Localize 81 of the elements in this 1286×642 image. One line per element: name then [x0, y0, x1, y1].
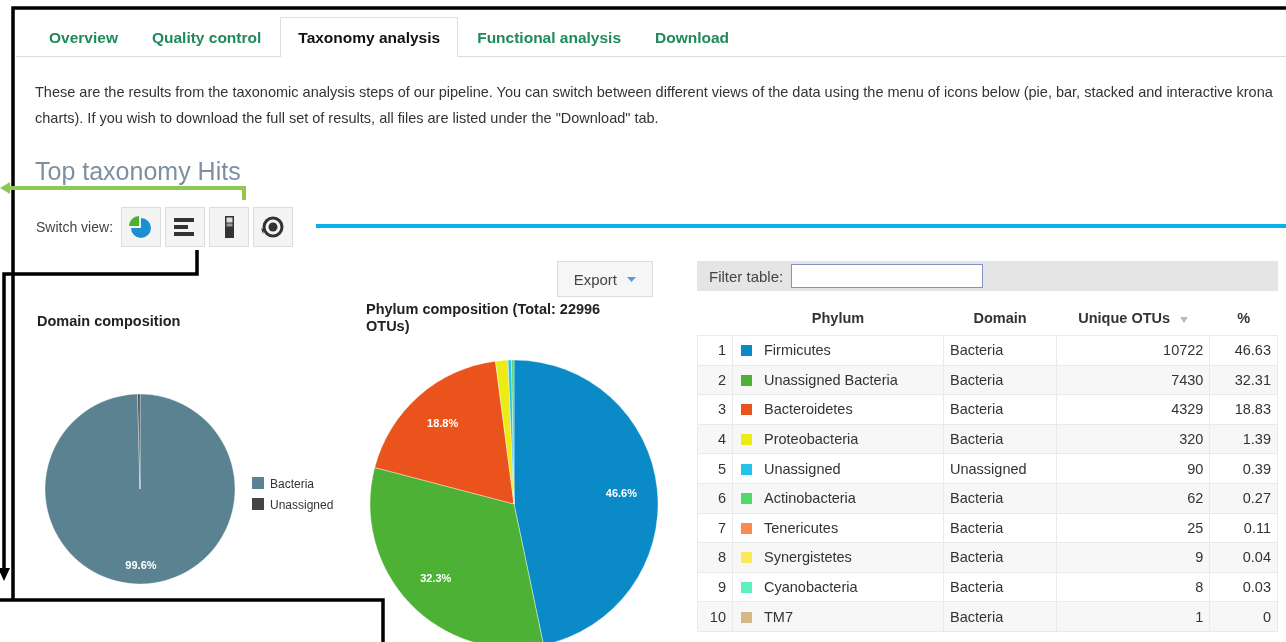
export-button[interactable]: Export	[556, 261, 653, 297]
table-cell: Bacteria	[943, 424, 1057, 454]
section-heading: Top taxonomy Hits	[35, 156, 242, 186]
table-cell: 18.83	[1209, 394, 1278, 425]
row-number: 6	[697, 483, 733, 514]
tab[interactable]: Overview	[34, 17, 133, 56]
column-header[interactable]: Unique OTUs	[1056, 301, 1210, 336]
table-cell: Actinobacteria	[764, 490, 856, 507]
caret-icon	[627, 276, 636, 282]
row-number: 5	[697, 453, 733, 484]
table-cell: 4329	[1056, 394, 1210, 425]
row-number: 9	[697, 572, 733, 602]
table-cell: 46.63	[1209, 335, 1278, 366]
tab[interactable]: Functional analysis	[462, 17, 637, 56]
slice-label: 32.3%	[420, 572, 452, 585]
legend-label: Bacteria	[270, 477, 315, 491]
row-number: 8	[697, 542, 733, 573]
view-button[interactable]	[165, 207, 206, 247]
table-cell: 0.04	[1209, 542, 1278, 573]
table-cell: 0.03	[1209, 572, 1278, 602]
table-cell: Proteobacteria	[764, 431, 859, 448]
view-button[interactable]	[209, 207, 250, 247]
row-number: 7	[697, 513, 733, 543]
intro-paragraph: These are the results from the taxonomic analysis steps of our pipeline. You can switch between different views of the data using the menu of icons below (pie, bar, stacked and interactive krona charts). If you wish to download the full set of results, all files are listed under the "Download" tab.	[35, 83, 1274, 128]
tab[interactable]: Download	[640, 17, 745, 56]
chart-title: Domain composition	[37, 313, 182, 329]
row-number: 1	[697, 335, 733, 366]
row-number: 10	[697, 601, 733, 632]
column-header[interactable]: Phylum	[732, 301, 944, 336]
table-cell: Bacteria	[943, 365, 1057, 395]
row-number: 4	[697, 424, 733, 454]
tab[interactable]: Quality control	[136, 17, 277, 56]
table-cell: Unassigned	[764, 460, 841, 477]
table-cell: 25	[1056, 513, 1210, 543]
table-cell: 9	[1056, 542, 1210, 573]
table-cell: Cyanobacteria	[764, 579, 858, 596]
table-cell: 0.11	[1209, 513, 1278, 543]
table-cell: Bacteroidetes	[764, 401, 853, 418]
table-cell: Bacteria	[943, 572, 1057, 602]
chart-title: Phylum composition (Total: 22996 OTUs)	[366, 301, 602, 335]
pie-slice	[44, 393, 236, 585]
table-cell: 62	[1056, 483, 1210, 514]
table-cell: Bacteria	[943, 513, 1057, 543]
table-cell: 90	[1056, 453, 1210, 484]
radial-chart-icon	[261, 216, 286, 238]
table-cell: 8	[1056, 572, 1210, 602]
table-cell: 1.39	[1209, 424, 1278, 454]
legend-label: Unassigned	[270, 498, 334, 512]
table-cell: 0.39	[1209, 453, 1278, 484]
pie-chart-icon	[129, 216, 154, 238]
slice-label: 99.6%	[125, 559, 157, 571]
table-cell: 0.27	[1209, 483, 1278, 514]
slice-label: 46.6%	[605, 486, 638, 499]
table-cell: Bacteria	[943, 335, 1057, 366]
table-cell: Bacteria	[943, 601, 1057, 632]
table-cell: 0	[1209, 601, 1278, 632]
table-cell: 7430	[1056, 365, 1210, 395]
table-cell: Firmicutes	[764, 342, 831, 359]
tab[interactable]: Taxonomy analysis	[280, 17, 459, 57]
row-number: 2	[697, 365, 733, 395]
stacked-bar-icon	[224, 216, 234, 238]
table-cell: Bacteria	[943, 483, 1057, 514]
switch-view-label: Switch view:	[36, 219, 114, 235]
table-cell: Bacteria	[943, 394, 1057, 425]
table-cell: Unassigned	[943, 453, 1057, 484]
table-cell: 320	[1056, 424, 1210, 454]
view-button[interactable]	[253, 207, 294, 247]
table-cell: Bacteria	[943, 542, 1057, 573]
filter-label: Filter table:	[709, 267, 784, 285]
table-cell: Synergistetes	[764, 549, 852, 566]
table-cell: Tenericutes	[764, 519, 839, 536]
table-cell: 10722	[1056, 335, 1210, 366]
column-header[interactable]: Domain	[943, 301, 1057, 336]
table-cell: Unassigned Bacteria	[764, 371, 898, 388]
slice-label: 18.8%	[427, 416, 459, 429]
table-cell: 1	[1056, 601, 1210, 632]
table-cell: 32.31	[1209, 365, 1278, 395]
filter-field[interactable]	[791, 264, 984, 288]
column-header[interactable]: %	[1209, 301, 1278, 336]
row-number: 3	[697, 394, 733, 425]
table-cell: TM7	[764, 608, 793, 625]
